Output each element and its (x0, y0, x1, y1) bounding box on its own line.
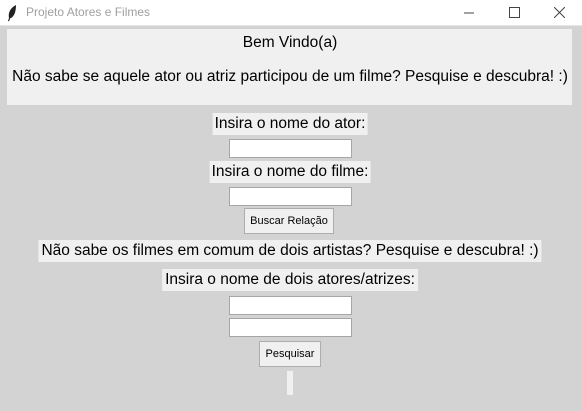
feather-icon (8, 5, 16, 22)
minimize-icon (464, 12, 474, 14)
search-relation-button[interactable]: Buscar Relação (244, 208, 334, 234)
close-icon (554, 7, 565, 18)
common-movies-intro: Não sabe os filmes em comum de dois arti… (38, 240, 542, 262)
artist1-input[interactable] (229, 296, 352, 315)
actor-name-input[interactable] (229, 139, 352, 158)
result-label (287, 371, 293, 395)
window-title: Projeto Atores e Filmes (26, 5, 151, 19)
movie-label: Insira o nome do filme: (209, 161, 371, 183)
maximize-icon (509, 7, 520, 18)
search-button[interactable]: Pesquisar (259, 341, 321, 367)
movie-name-input[interactable] (229, 187, 352, 206)
artist2-input[interactable] (229, 318, 352, 337)
maximize-button[interactable] (492, 0, 537, 26)
welcome-subtitle: Não sabe se aquele ator ou atriz partici… (12, 68, 568, 85)
welcome-heading: Bem Vindo(a) (242, 34, 338, 51)
title-bar: Projeto Atores e Filmes (0, 0, 582, 26)
actor-label: Insira o nome do ator: (212, 113, 368, 135)
close-button[interactable] (537, 0, 582, 26)
minimize-button[interactable] (447, 0, 492, 26)
artists-label: Insira o nome de dois atores/atrizes: (162, 269, 418, 291)
